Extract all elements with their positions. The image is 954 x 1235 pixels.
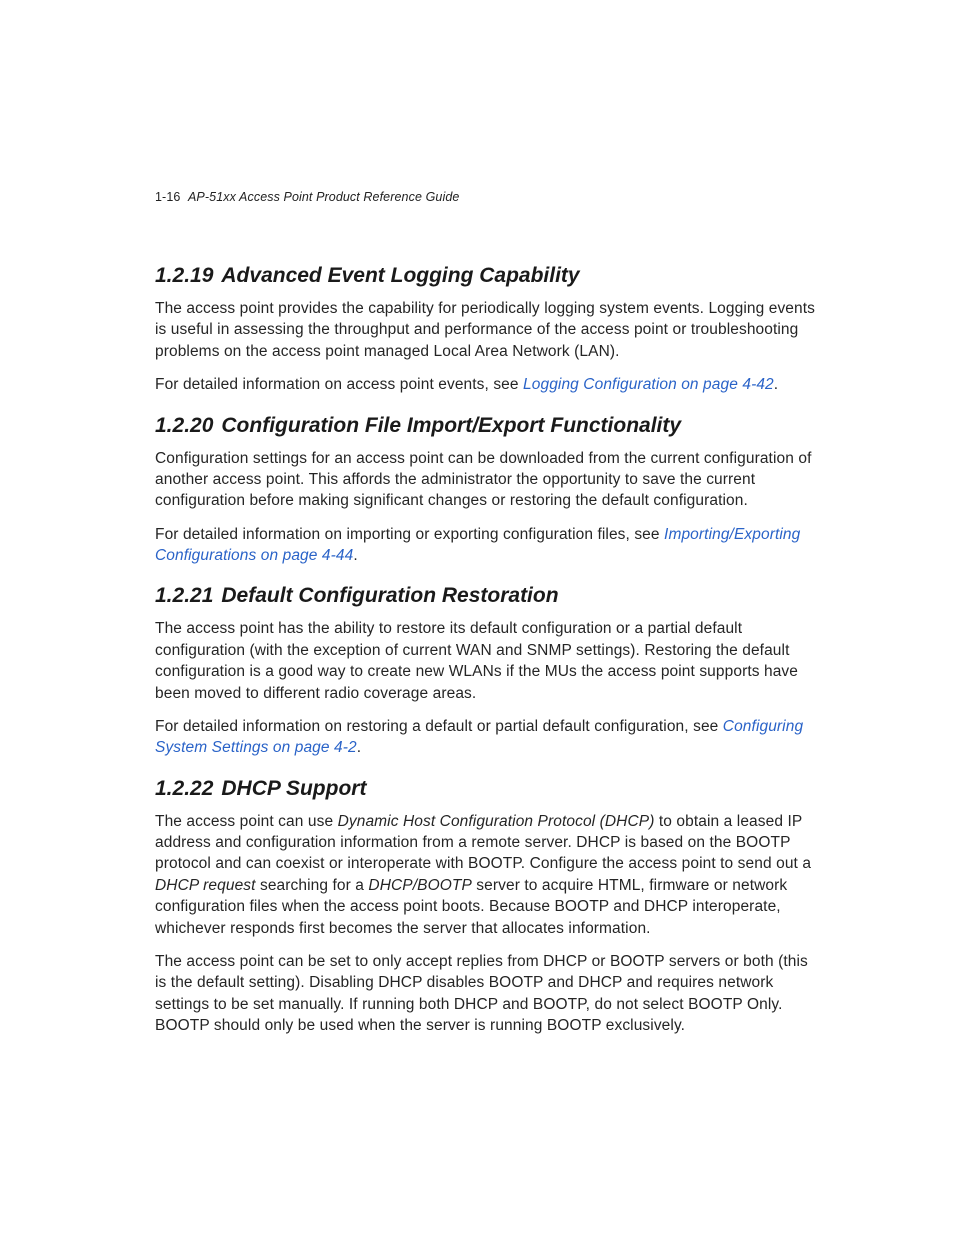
emphasis-text: DHCP/BOOTP bbox=[368, 877, 471, 894]
section-heading: 1.2.21 Default Configuration Restoration bbox=[155, 584, 815, 608]
section-title: Advanced Event Logging Capability bbox=[221, 264, 579, 287]
section-heading: 1.2.20 Configuration File Import/Export F… bbox=[155, 414, 815, 438]
section-1-2-20: 1.2.20 Configuration File Import/Export F… bbox=[155, 414, 815, 567]
text-run: The access point can use bbox=[155, 813, 338, 830]
body-text: For detailed information on importing or… bbox=[155, 524, 815, 567]
text-run: . bbox=[357, 739, 361, 756]
section-title: DHCP Support bbox=[221, 777, 366, 800]
body-text: The access point provides the capability… bbox=[155, 298, 815, 362]
section-number: 1.2.20 bbox=[155, 414, 213, 437]
section-1-2-22: 1.2.22 DHCP Support The access point can … bbox=[155, 777, 815, 1037]
guide-title: AP-51xx Access Point Product Reference G… bbox=[188, 190, 459, 204]
text-run: searching for a bbox=[256, 877, 369, 894]
cross-reference-link[interactable]: Logging Configuration on page 4-42 bbox=[523, 376, 774, 393]
body-text: For detailed information on access point… bbox=[155, 374, 815, 395]
running-header: 1-16 AP-51xx Access Point Product Refere… bbox=[155, 190, 815, 204]
section-number: 1.2.22 bbox=[155, 777, 213, 800]
text-run: For detailed information on importing or… bbox=[155, 526, 664, 543]
section-1-2-19: 1.2.19Advanced Event Logging Capability … bbox=[155, 264, 815, 396]
body-text: The access point has the ability to rest… bbox=[155, 618, 815, 704]
text-run: For detailed information on access point… bbox=[155, 376, 523, 393]
text-run: . bbox=[774, 376, 778, 393]
body-text: The access point can use Dynamic Host Co… bbox=[155, 811, 815, 939]
emphasis-text: DHCP request bbox=[155, 877, 256, 894]
text-run: For detailed information on restoring a … bbox=[155, 718, 723, 735]
section-heading: 1.2.22 DHCP Support bbox=[155, 777, 815, 801]
section-number: 1.2.19 bbox=[155, 264, 213, 287]
page-content: 1-16 AP-51xx Access Point Product Refere… bbox=[0, 0, 815, 1036]
section-heading: 1.2.19 Advanced Event Logging Capability bbox=[155, 264, 815, 288]
section-title: Default Configuration Restoration bbox=[221, 584, 558, 607]
section-title: Configuration File Import/Export Functio… bbox=[221, 414, 681, 437]
body-text: Configuration settings for an access poi… bbox=[155, 448, 815, 512]
section-number: 1.2.21 bbox=[155, 584, 213, 607]
body-text: The access point can be set to only acce… bbox=[155, 951, 815, 1037]
section-1-2-21: 1.2.21Default Configuration Restoration … bbox=[155, 584, 815, 758]
body-text: For detailed information on restoring a … bbox=[155, 716, 815, 759]
emphasis-text: Dynamic Host Configuration Protocol (DHC… bbox=[338, 813, 655, 830]
text-run: . bbox=[353, 547, 357, 564]
page-number: 1-16 bbox=[155, 190, 180, 204]
